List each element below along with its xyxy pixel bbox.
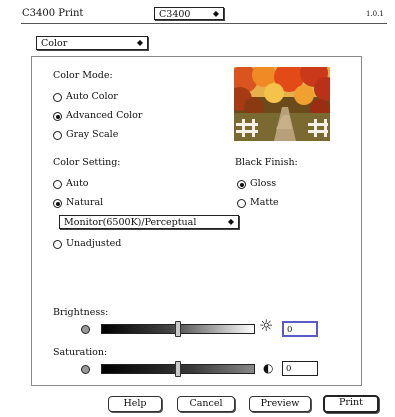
radio-gloss-button[interactable] (237, 180, 246, 189)
color-profile-select[interactable]: Monitor(6500K)/Perceptual ◆ (59, 215, 239, 229)
color-setting-label: Color Setting: (53, 157, 121, 168)
brightness-input[interactable]: 0 (282, 321, 318, 337)
sun-icon: ☼ (259, 316, 274, 335)
brightness-min-icon (81, 325, 90, 334)
radio-advanced-color-button[interactable] (53, 112, 62, 121)
radio-unadjusted-button[interactable] (53, 240, 62, 249)
brightness-slider-thumb[interactable] (175, 321, 181, 337)
saturation-input[interactable]: 0 (282, 361, 318, 376)
color-mode-label: Color Mode: (53, 70, 113, 81)
version-label: 1.0.1 (366, 10, 384, 18)
radio-natural[interactable]: Natural (53, 197, 133, 209)
radio-auto-button[interactable] (53, 180, 62, 189)
radio-natural-label: Natural (66, 197, 104, 208)
radio-unadjusted[interactable]: Unadjusted (53, 238, 153, 250)
radio-gray-scale-button[interactable] (53, 131, 62, 140)
autumn-road-image (234, 67, 330, 141)
saturation-value: 0 (286, 364, 292, 374)
radio-unadjusted-label: Unadjusted (66, 238, 122, 249)
dropdown-arrow-icon: ◆ (227, 217, 234, 226)
radio-matte-button[interactable] (237, 199, 246, 208)
dropdown-arrow-icon: ◆ (136, 38, 143, 47)
radio-gloss[interactable]: Gloss (237, 178, 307, 190)
brightness-label: Brightness: (53, 307, 109, 318)
print-button[interactable]: Print (323, 395, 379, 413)
saturation-slider-thumb[interactable] (175, 361, 181, 377)
black-finish-label: Black Finish: (235, 157, 298, 168)
radio-advanced-color[interactable]: Advanced Color (53, 110, 163, 122)
radio-matte-label: Matte (250, 197, 279, 208)
radio-gray-scale[interactable]: Gray Scale (53, 129, 163, 141)
saturation-min-icon (81, 365, 90, 374)
radio-auto[interactable]: Auto (53, 178, 133, 190)
printer-select-value: C3400 (159, 9, 191, 20)
panel-select[interactable]: Color ◆ (36, 36, 148, 50)
contrast-icon: ◐ (263, 361, 274, 375)
saturation-label: Saturation: (53, 347, 108, 358)
preview-image (234, 67, 330, 141)
radio-matte[interactable]: Matte (237, 197, 307, 209)
radio-advanced-color-label: Advanced Color (66, 110, 143, 121)
help-button[interactable]: Help (108, 396, 162, 412)
brightness-value: 0 (287, 325, 293, 335)
printer-select[interactable]: C3400 ◆ (154, 7, 224, 20)
radio-auto-color-label: Auto Color (66, 91, 118, 102)
radio-auto-color[interactable]: Auto Color (53, 91, 163, 103)
cancel-button[interactable]: Cancel (177, 396, 235, 412)
radio-natural-button[interactable] (53, 199, 62, 208)
radio-auto-label: Auto (66, 178, 89, 189)
header-divider (21, 23, 387, 24)
color-profile-value: Monitor(6500K)/Perceptual (64, 217, 197, 228)
dropdown-arrow-icon: ◆ (212, 9, 219, 18)
preview-button[interactable]: Preview (249, 396, 311, 412)
radio-gray-scale-label: Gray Scale (66, 129, 119, 140)
panel-select-value: Color (41, 38, 68, 49)
radio-auto-color-button[interactable] (53, 93, 62, 102)
radio-gloss-label: Gloss (250, 178, 277, 189)
app-title: C3400 Print (22, 8, 84, 19)
